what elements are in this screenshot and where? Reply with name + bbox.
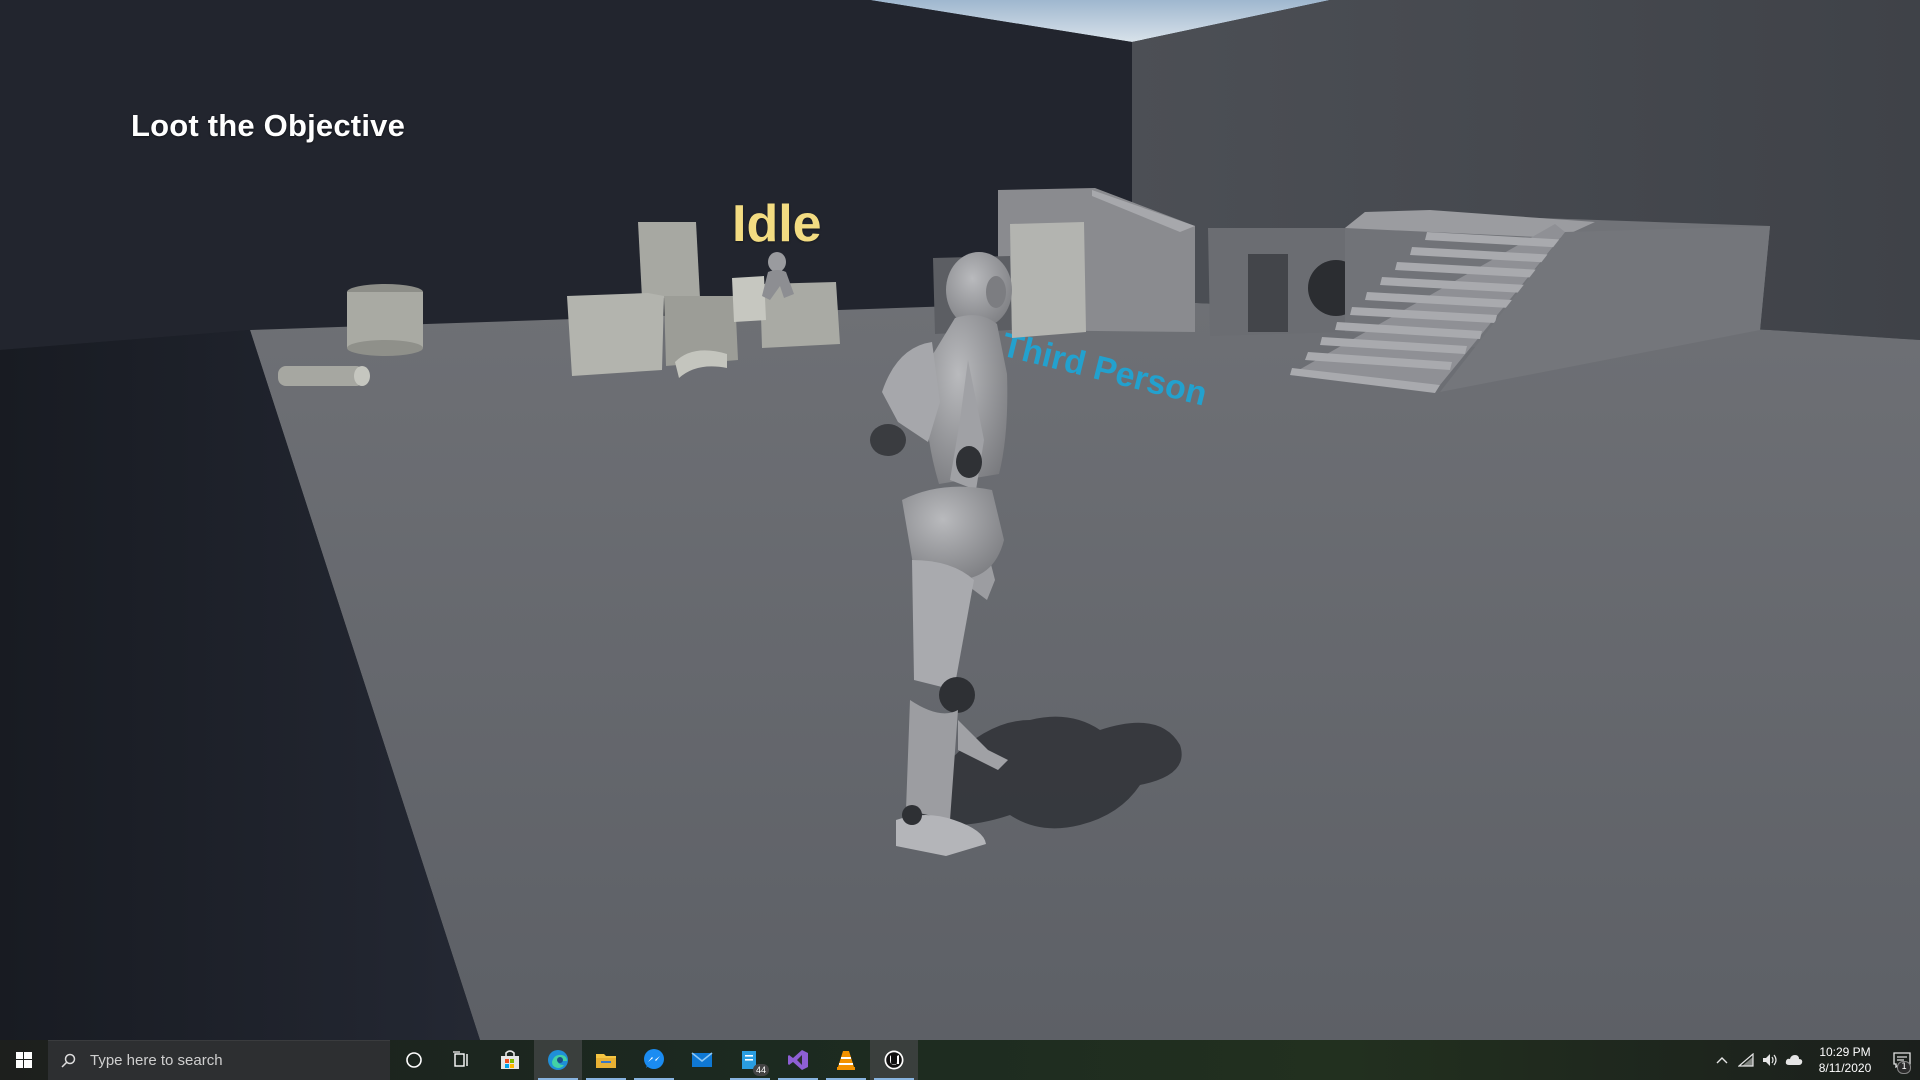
- mail-icon: [691, 1052, 713, 1067]
- onedrive-button[interactable]: [1782, 1040, 1806, 1080]
- search-icon: [61, 1053, 76, 1068]
- notes-badge: 44: [752, 1064, 769, 1076]
- taskbar-app-unreal-engine[interactable]: [870, 1040, 918, 1080]
- start-button[interactable]: [0, 1040, 48, 1080]
- clock[interactable]: 10:29 PM 8/11/2020: [1806, 1044, 1884, 1076]
- taskbar-app-messenger[interactable]: [630, 1040, 678, 1080]
- search-placeholder: Type here to search: [90, 1052, 223, 1069]
- speaker-icon: [1763, 1054, 1777, 1066]
- clock-date: 8/11/2020: [1818, 1061, 1872, 1075]
- objective-label: Loot the Objective: [131, 108, 406, 143]
- game-viewport[interactable]: Third Person: [0, 0, 1920, 1040]
- chevron-up-icon: [1716, 1057, 1728, 1064]
- taskbar-app-mail[interactable]: [678, 1040, 726, 1080]
- volume-button[interactable]: [1758, 1040, 1782, 1080]
- taskbar: Type here to search 44 10:29 PM 8/11/202…: [0, 1040, 1920, 1080]
- task-view-button[interactable]: [438, 1040, 486, 1080]
- system-tray: 10:29 PM 8/11/2020 1: [1710, 1040, 1920, 1080]
- unreal-icon: [884, 1050, 904, 1070]
- network-button[interactable]: [1734, 1040, 1758, 1080]
- folder-icon: [596, 1054, 616, 1068]
- circle-icon: [406, 1052, 422, 1068]
- search-input[interactable]: Type here to search: [48, 1040, 390, 1080]
- taskbar-app-visual-studio[interactable]: [774, 1040, 822, 1080]
- clock-time: 10:29 PM: [1819, 1045, 1871, 1059]
- cortana-button[interactable]: [390, 1040, 438, 1080]
- show-hidden-icons-button[interactable]: [1710, 1040, 1734, 1080]
- taskbar-app-notes[interactable]: 44: [726, 1040, 774, 1080]
- cloud-icon: [1785, 1055, 1803, 1065]
- windows-icon: [16, 1052, 32, 1068]
- action-center-button[interactable]: 1: [1884, 1040, 1920, 1080]
- taskbar-app-store[interactable]: [486, 1040, 534, 1080]
- edge-icon: [548, 1050, 568, 1070]
- vlc-icon: [837, 1051, 855, 1070]
- store-icon: [501, 1050, 519, 1069]
- pipe-prop: [278, 366, 370, 386]
- task-view-icon: [453, 1051, 468, 1067]
- messenger-icon: [644, 1049, 664, 1069]
- floor: [250, 300, 1920, 1040]
- wifi-icon: [1738, 1053, 1754, 1067]
- visual-studio-icon: [788, 1050, 808, 1070]
- cylinder-prop: [347, 284, 423, 356]
- taskbar-app-edge[interactable]: [534, 1040, 582, 1080]
- taskbar-app-file-explorer[interactable]: [582, 1040, 630, 1080]
- notification-count: 1: [1897, 1061, 1911, 1074]
- animation-state-label: Idle: [732, 195, 822, 253]
- taskbar-app-vlc[interactable]: [822, 1040, 870, 1080]
